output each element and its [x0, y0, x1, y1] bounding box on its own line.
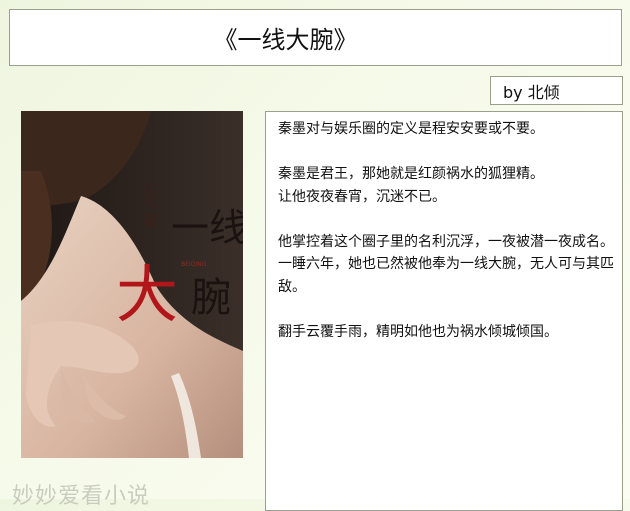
title-box: 《一线大腕》 — [9, 9, 622, 66]
cover-title-big: 大 — [116, 258, 178, 331]
cover-subtitle: BEIQING — [181, 261, 207, 268]
description-paragraph-1: 秦墨对与娱乐圈的定义是程安安要或不要。 — [278, 121, 544, 137]
cover-title-line1: 一线 — [171, 206, 243, 250]
book-cover-image: 北倾 著 一线 大 腕 BEIQING — [21, 111, 243, 458]
description-paragraph-3: 他掌控着这个圈子里的名利沉浮，一夜被潜一夜成名。 一睡六年，她也已然被他奉为一线… — [278, 233, 614, 295]
book-description: 秦墨对与娱乐圈的定义是程安安要或不要。 秦墨是君王，那她就是红颜祸水的狐狸精。 … — [265, 111, 623, 511]
watermark-text: 妙妙爱看小说 — [12, 484, 151, 509]
book-title: 《一线大腕》 — [213, 26, 358, 54]
author-label: by 北倾 — [490, 76, 623, 105]
cover-title-char2: 腕 — [191, 275, 231, 321]
cover-author-text: 北倾 著 — [141, 181, 157, 228]
description-paragraph-4: 翻手云覆手雨，精明如他也为祸水倾城倾国。 — [278, 323, 558, 340]
description-paragraph-2: 秦墨是君王，那她就是红颜祸水的狐狸精。 让他夜夜春宵，沉迷不已。 — [278, 166, 544, 205]
